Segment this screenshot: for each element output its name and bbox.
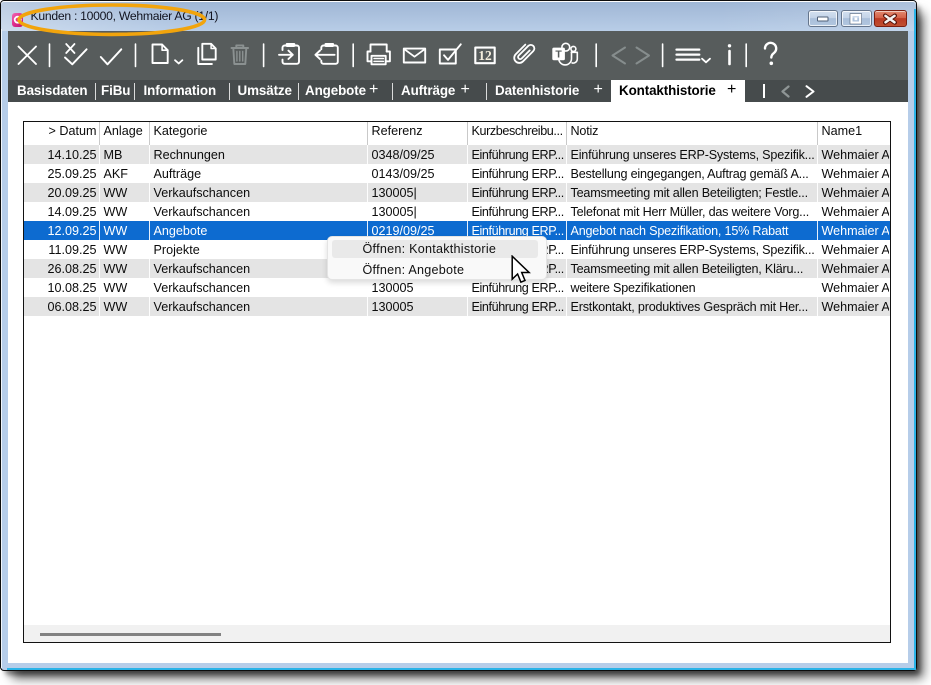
svg-text:12: 12 xyxy=(478,48,492,63)
svg-text:T: T xyxy=(555,49,562,61)
